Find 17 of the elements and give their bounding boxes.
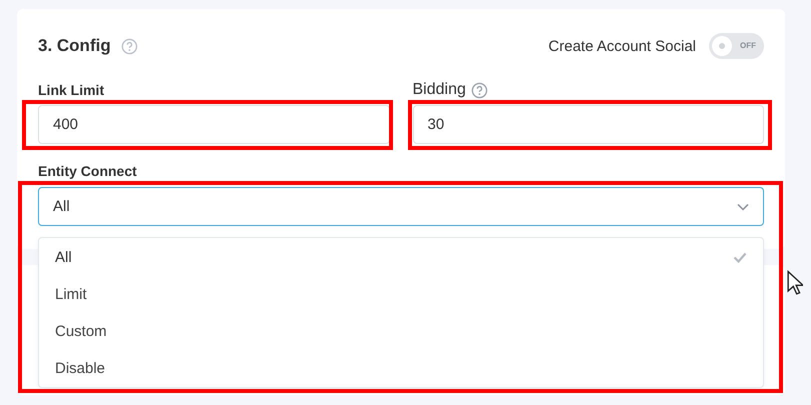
help-icon[interactable]: [470, 82, 488, 98]
section-title: 3. Config: [38, 36, 111, 56]
dropdown-option[interactable]: All: [39, 239, 763, 276]
input-field[interactable]: 400: [38, 105, 390, 144]
field-label: Bidding: [412, 80, 466, 100]
field-label: Link Limit: [38, 81, 106, 100]
chevron-icon: [737, 202, 749, 210]
cursor-icon: [787, 270, 803, 296]
dropdown-select[interactable]: All: [38, 187, 764, 226]
dropdown-option[interactable]: Limit: [39, 276, 763, 313]
toggle-label: Create Account Social: [548, 38, 696, 54]
help-icon[interactable]: [120, 38, 138, 54]
check-icon: [733, 252, 747, 263]
dropdown-option[interactable]: Disable: [39, 350, 763, 387]
field-label: Entity Connect: [38, 162, 138, 181]
input-field[interactable]: 30: [412, 105, 764, 144]
dropdown-option[interactable]: Custom: [39, 313, 763, 350]
